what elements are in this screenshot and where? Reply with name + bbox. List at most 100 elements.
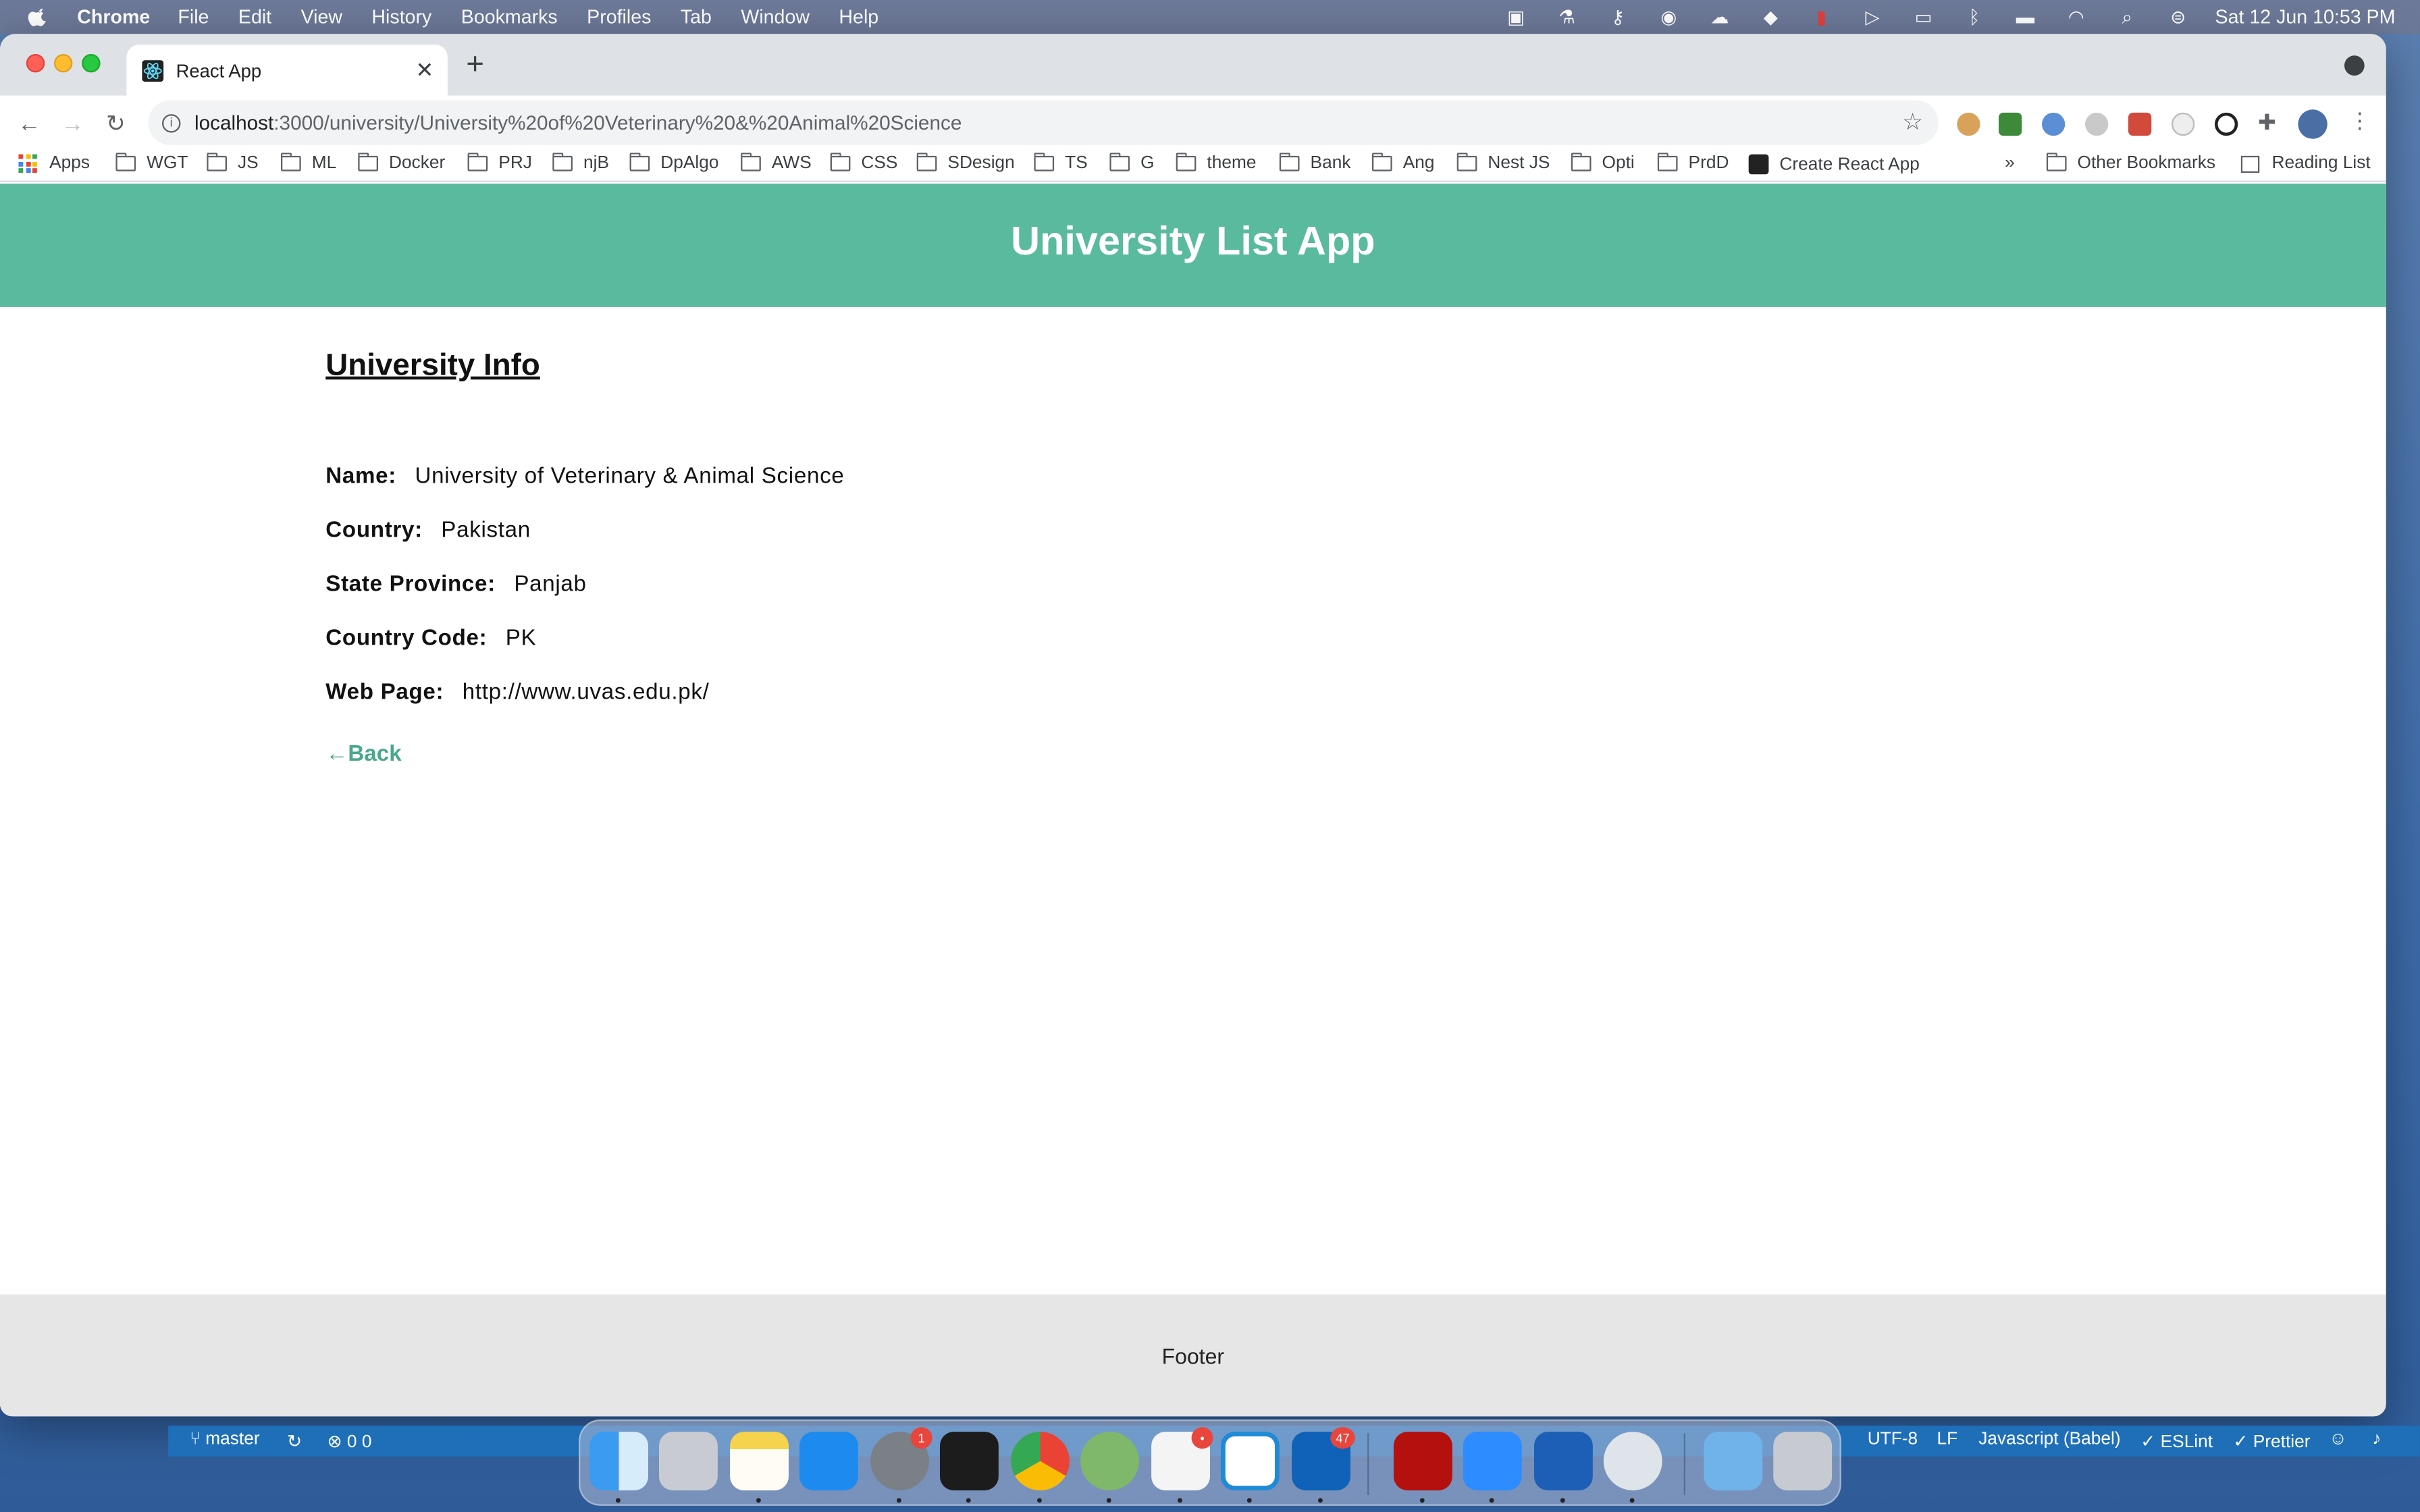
git-branch-status[interactable]: ⑂ master [190, 1430, 259, 1449]
cookie-extension-icon[interactable] [1957, 112, 1980, 136]
fullscreen-window-button[interactable] [82, 53, 101, 73]
finder-icon[interactable] [589, 1432, 648, 1490]
menu-window[interactable]: Window [741, 6, 810, 28]
battery-tray-icon[interactable]: ▬ [2013, 6, 2038, 28]
notes-icon[interactable] [730, 1432, 789, 1490]
bookmark-label: Opti [1602, 154, 1635, 173]
bookmark-create-react-app[interactable]: Create React App [1748, 154, 1920, 175]
r-extension-icon[interactable] [2041, 112, 2066, 136]
bookmark-folder-ts[interactable]: TS [1034, 153, 1088, 173]
bookmark-apps[interactable]: Apps [18, 154, 90, 173]
app-store-icon[interactable] [799, 1432, 858, 1490]
bookmark-other-bookmarks[interactable]: Other Bookmarks [2046, 153, 2215, 173]
menu-tab[interactable]: Tab [681, 6, 712, 28]
close-tab-icon[interactable]: ✕ [415, 57, 433, 84]
network-app-icon[interactable] [1080, 1432, 1139, 1490]
folder-icon [1176, 153, 1196, 171]
block-extension-icon[interactable] [2214, 112, 2238, 136]
bookmark-folder-js[interactable]: JS [207, 153, 259, 173]
new-tab-button[interactable]: + [466, 49, 484, 80]
globe-tray-icon[interactable]: ◉ [1656, 6, 1681, 28]
prettier-status[interactable]: ✓ Prettier [2233, 1430, 2310, 1451]
extensions-puzzle-icon[interactable]: ✚ [2258, 109, 2281, 134]
bookmark-folder-ml[interactable]: ML [280, 153, 336, 173]
zoom-icon[interactable] [1463, 1432, 1522, 1490]
bookmark-folder-nestjs[interactable]: Nest JS [1456, 153, 1550, 173]
reading-list-icon [2240, 155, 2260, 172]
chrome-icon[interactable] [1011, 1432, 1070, 1490]
feedback-icon[interactable]: ☺ [2329, 1430, 2347, 1449]
word-icon[interactable] [1533, 1432, 1593, 1490]
menu-edit[interactable]: Edit [238, 6, 271, 28]
problems-status[interactable]: ⊗ 0 0 [327, 1430, 372, 1451]
bookmark-folder-njb[interactable]: njB [552, 153, 609, 173]
shield-tray-icon[interactable]: ▮ [1809, 6, 1834, 28]
apple-icon[interactable] [28, 6, 49, 28]
bookmark-folder-wgt[interactable]: WGT [115, 153, 188, 173]
terminal-icon[interactable] [939, 1432, 999, 1490]
minimize-window-button[interactable] [53, 53, 73, 73]
menu-file[interactable]: File [178, 6, 209, 28]
bookmark-star-icon[interactable]: ☆ [1902, 108, 1923, 136]
bookmark-folder-aws[interactable]: AWS [741, 153, 812, 173]
play-tray-icon[interactable]: ▷ [1860, 6, 1885, 28]
control-center-icon[interactable]: ⊜ [2165, 6, 2190, 28]
cloud-tray-icon[interactable]: ☁ [1708, 6, 1733, 28]
spotlight-search-icon[interactable]: ⌕ [2115, 5, 2140, 28]
bookmark-folder-theme[interactable]: theme [1176, 153, 1256, 173]
bookmark-folder-css[interactable]: CSS [830, 153, 897, 173]
pitcher-app-icon[interactable] [1603, 1432, 1662, 1490]
bookmark-folder-opti[interactable]: Opti [1571, 153, 1635, 173]
menu-help[interactable]: Help [839, 6, 878, 28]
sync-icon[interactable]: ↻ [287, 1430, 302, 1451]
bookmarks-overflow-chevron[interactable]: » [2005, 155, 2015, 173]
site-info-icon[interactable]: i [161, 113, 181, 132]
bookmark-folder-g[interactable]: G [1109, 153, 1155, 173]
bookmark-folder-docker[interactable]: Docker [358, 153, 445, 173]
chart-extension-icon[interactable] [1998, 112, 2022, 136]
elephant-tray-icon[interactable]: ◆ [1758, 6, 1783, 28]
red-extension-icon[interactable] [2128, 112, 2152, 136]
tab-search-icon[interactable] [2344, 55, 2365, 76]
forward-arrow-icon[interactable]: → [59, 109, 86, 137]
gear-extension-icon[interactable] [2084, 112, 2109, 136]
ghost-extension-icon[interactable] [2171, 112, 2195, 136]
zoom-tray-icon[interactable]: ▣ [1504, 6, 1529, 28]
menubar-clock[interactable]: Sat 12 Jun 10:53 PM [2215, 6, 2396, 28]
profile-avatar[interactable] [2298, 109, 2327, 139]
bookmark-folder-bank[interactable]: Bank [1279, 153, 1350, 173]
bluetooth-tray-icon[interactable]: ᛒ [1962, 6, 1987, 28]
bookmark-folder-sdesign[interactable]: SDesign [916, 153, 1015, 173]
encoding-status[interactable]: UTF-8 [1868, 1430, 1918, 1449]
reading-list-button[interactable]: Reading List [2240, 155, 2371, 173]
wifi-tray-icon[interactable]: ◠ [2064, 6, 2089, 28]
language-mode-status[interactable]: Javascript (Babel) [1978, 1430, 2120, 1449]
acrobat-icon[interactable] [1393, 1432, 1452, 1490]
bookmark-folder-prdd[interactable]: PrdD [1657, 153, 1729, 173]
tab-react-app[interactable]: React App ✕ [126, 45, 448, 96]
chrome-menu-icon[interactable]: ⋮ [2349, 108, 2371, 134]
launchpad-icon[interactable] [658, 1432, 718, 1490]
key-tray-icon[interactable]: ⚷ [1606, 6, 1631, 28]
menu-bookmarks[interactable]: Bookmarks [461, 6, 558, 28]
vscode-icon[interactable] [1220, 1432, 1280, 1490]
back-arrow-icon[interactable]: ← [16, 109, 43, 137]
eslint-status[interactable]: ✓ ESLint [2140, 1430, 2213, 1451]
bookmark-folder-ang[interactable]: Ang [1371, 153, 1434, 173]
notifications-bell-icon[interactable]: ♪ [2372, 1430, 2381, 1449]
reload-icon[interactable]: ↻ [102, 109, 130, 138]
bookmark-folder-dpalgo[interactable]: DpAlgo [629, 153, 718, 173]
menu-profiles[interactable]: Profiles [587, 6, 651, 28]
menu-history[interactable]: History [371, 6, 431, 28]
bookmark-folder-prj[interactable]: PRJ [467, 153, 532, 173]
back-link[interactable]: ←Back [325, 742, 401, 767]
flask-tray-icon[interactable]: ⚗ [1554, 6, 1579, 28]
address-bar[interactable]: i localhost:3000/university/University%2… [148, 100, 1939, 145]
close-window-button[interactable] [26, 53, 45, 73]
menu-view[interactable]: View [301, 6, 342, 28]
trash-icon[interactable] [1773, 1432, 1833, 1490]
eol-status[interactable]: LF [1937, 1430, 1958, 1449]
downloads-folder-icon[interactable] [1704, 1432, 1763, 1490]
menu-app-chrome[interactable]: Chrome [77, 6, 150, 28]
display-tray-icon[interactable]: ▭ [1911, 6, 1936, 28]
